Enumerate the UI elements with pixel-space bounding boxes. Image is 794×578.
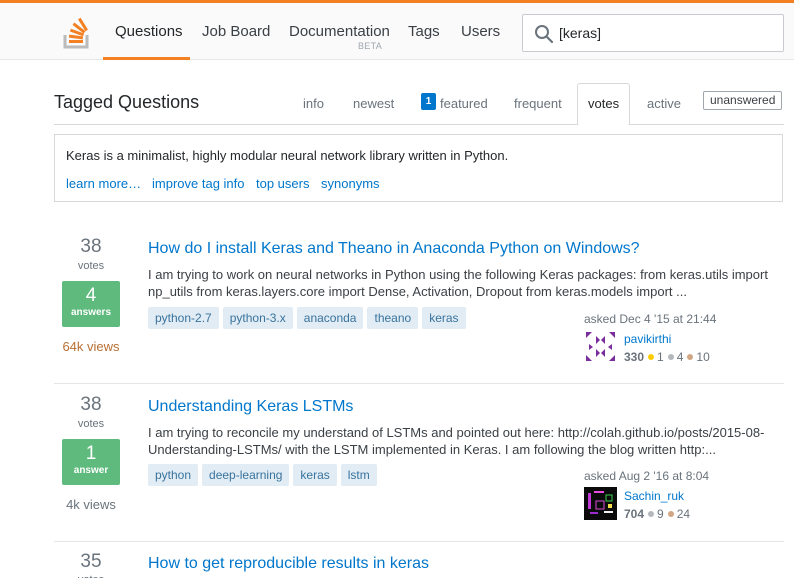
tab-active[interactable]: active <box>647 96 681 111</box>
tag-wiki-box: Keras is a minimalist, highly modular ne… <box>54 134 783 202</box>
nav-documentation[interactable]: Documentation <box>289 23 390 40</box>
gold-badge-icon <box>648 354 655 361</box>
page-title: Tagged Questions <box>54 92 200 112</box>
answer-count: 4 <box>85 285 97 306</box>
question-title-link[interactable]: How to get reproducible results in keras <box>148 555 429 573</box>
top-bar: Questions Job Board Documentation BETA T… <box>0 0 794 60</box>
improve-tag-info-link[interactable]: improve tag info <box>152 176 245 191</box>
tab-votes-gap <box>578 124 629 125</box>
tag-python-2-7[interactable]: python-2.7 <box>148 307 219 329</box>
nav-users[interactable]: Users <box>461 23 500 40</box>
bronze-badge-count: 24 <box>676 507 691 521</box>
silver-badge-icon <box>667 354 674 361</box>
active-nav-indicator <box>103 57 190 60</box>
featured-count-badge: 1 <box>421 93 436 110</box>
tab-info[interactable]: info <box>303 96 324 111</box>
answer-count: 1 <box>85 443 97 464</box>
search-input[interactable] <box>559 23 769 43</box>
top-users-link[interactable]: top users <box>256 176 309 191</box>
nav-questions[interactable]: Questions <box>115 23 183 40</box>
vote-count: 38 <box>80 236 102 257</box>
bronze-badge-icon <box>687 354 694 361</box>
answer-count-box: 4 answers <box>62 281 120 327</box>
user-name-link[interactable]: pavikirthi <box>624 332 671 346</box>
view-count: 4k views <box>66 497 116 512</box>
tab-frequent[interactable]: frequent <box>514 96 562 111</box>
bronze-badge-icon <box>667 511 674 518</box>
view-count: 64k views <box>62 339 120 354</box>
search-box <box>522 14 784 52</box>
user-avatar[interactable] <box>584 330 617 363</box>
reputation-score: 330 <box>624 350 645 364</box>
search-icon[interactable] <box>534 24 554 44</box>
tag-theano[interactable]: theano <box>367 307 419 329</box>
tag-keras[interactable]: keras <box>422 307 466 329</box>
question-excerpt: I am trying to reconcile my understand o… <box>148 425 765 457</box>
question-title-link[interactable]: How do I install Keras and Theano in Ana… <box>148 240 640 258</box>
user-reputation: 330 1 4 10 <box>624 350 710 364</box>
silver-badge-count: 4 <box>676 350 684 364</box>
nav-tags[interactable]: Tags <box>408 23 440 40</box>
header-divider <box>54 124 784 125</box>
tag-deep-learning[interactable]: deep-learning <box>202 464 290 486</box>
nav-job-board[interactable]: Job Board <box>202 23 270 40</box>
tag-list: python deep-learning keras lstm <box>148 464 381 486</box>
silver-badge-count: 9 <box>657 507 664 521</box>
stack-overflow-logo-icon[interactable] <box>62 15 92 49</box>
question-divider <box>54 541 784 542</box>
reputation-score: 704 <box>624 507 645 521</box>
question-excerpt: I am trying to work on neural networks i… <box>148 267 768 299</box>
votes-label: votes <box>62 574 120 578</box>
tag-python-3-x[interactable]: python-3.x <box>222 307 293 329</box>
tag-anaconda[interactable]: anaconda <box>296 307 364 329</box>
tag-list: python-2.7 python-3.x anaconda theano keras <box>148 307 470 329</box>
beta-badge: BETA <box>358 41 383 51</box>
learn-more-link[interactable]: learn more… <box>66 176 141 191</box>
tab-featured[interactable]: featured <box>440 96 488 111</box>
user-reputation: 704 9 24 <box>624 507 690 521</box>
synonyms-link[interactable]: synonyms <box>321 176 380 191</box>
vote-count: 38 <box>80 394 102 415</box>
votes-label: votes <box>77 260 105 272</box>
votes-label: votes <box>77 418 105 430</box>
bronze-badge-count: 10 <box>696 350 710 364</box>
tag-lstm[interactable]: lstm <box>340 464 377 486</box>
tab-votes[interactable]: votes <box>588 96 619 111</box>
answer-count-box: 1 answer <box>62 439 120 485</box>
tag-wiki-excerpt: Keras is a minimalist, highly modular ne… <box>66 148 509 163</box>
silver-badge-icon <box>648 511 655 518</box>
user-avatar[interactable] <box>584 487 617 520</box>
asked-timestamp: asked Aug 2 '16 at 8:04 <box>584 469 710 483</box>
user-name-link[interactable]: Sachin_ruk <box>624 489 684 503</box>
question-divider <box>54 383 784 384</box>
tab-newest[interactable]: newest <box>353 96 394 111</box>
answers-label: answers <box>70 307 112 318</box>
tag-python[interactable]: python <box>148 464 199 486</box>
question-title-link[interactable]: Understanding Keras LSTMs <box>148 398 353 416</box>
vote-count: 35 <box>80 551 102 572</box>
answers-label: answer <box>73 465 109 476</box>
tab-unanswered[interactable]: unanswered <box>703 91 783 110</box>
asked-timestamp: asked Dec 4 '15 at 21:44 <box>584 312 717 326</box>
gold-badge-count: 1 <box>657 350 664 364</box>
tag-keras[interactable]: keras <box>293 464 337 486</box>
